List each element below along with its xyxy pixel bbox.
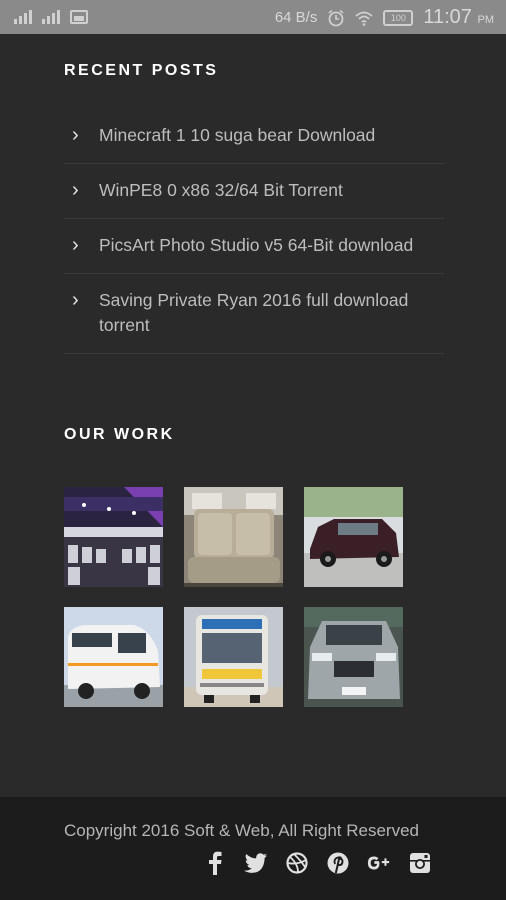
recent-posts-list: › Minecraft 1 10 suga bear Download › Wi… — [64, 109, 444, 354]
status-time: 11:07 PM — [423, 6, 494, 29]
google-plus-icon[interactable] — [367, 851, 391, 875]
pinterest-icon[interactable] — [326, 851, 350, 875]
recent-post-item[interactable]: › PicsArt Photo Studio v5 64-Bit downloa… — [64, 219, 444, 274]
network-speed: 64 B/s — [274, 9, 318, 26]
silver-car-front-photo[interactable] — [304, 607, 403, 707]
status-bar: 64 B/s 100 11:07 PM — [0, 0, 506, 34]
social-links — [203, 851, 432, 875]
recent-post-link[interactable]: Minecraft 1 10 suga bear Download — [99, 123, 444, 148]
signal-2-icon — [42, 8, 60, 24]
bus-interior-photo[interactable] — [64, 487, 163, 587]
chevron-right-icon: › — [72, 179, 79, 201]
recent-post-link[interactable]: Saving Private Ryan 2016 full download t… — [99, 288, 444, 338]
maroon-suv-photo[interactable] — [304, 487, 403, 587]
chevron-right-icon: › — [72, 234, 79, 256]
bus-front-photo[interactable] — [184, 607, 283, 707]
facebook-icon[interactable] — [203, 851, 227, 875]
time-value: 11:07 — [423, 6, 472, 28]
signal-1-icon — [14, 8, 32, 24]
recent-post-item[interactable]: › Saving Private Ryan 2016 full download… — [64, 274, 444, 354]
twitter-icon[interactable] — [244, 851, 268, 875]
recent-post-link[interactable]: PicsArt Photo Studio v5 64-Bit download — [99, 233, 444, 258]
chevron-right-icon: › — [72, 124, 79, 146]
image-notification-icon — [70, 10, 88, 24]
status-bar-left — [14, 8, 88, 24]
time-ampm: PM — [477, 14, 495, 26]
recent-posts-title: RECENT POSTS — [64, 62, 219, 79]
wifi-icon — [355, 11, 373, 26]
footer: Copyright 2016 Soft & Web, All Right Res… — [0, 797, 506, 900]
recent-post-item[interactable]: › WinPE8 0 x86 32/64 Bit Torrent — [64, 164, 444, 219]
recent-post-item[interactable]: › Minecraft 1 10 suga bear Download — [64, 109, 444, 164]
dribbble-icon[interactable] — [285, 851, 309, 875]
our-work-title: OUR WORK — [64, 426, 175, 443]
alarm-clock-icon — [328, 9, 344, 26]
white-van-photo[interactable] — [64, 607, 163, 707]
our-work-gallery — [64, 487, 403, 707]
recent-post-link[interactable]: WinPE8 0 x86 32/64 Bit Torrent — [99, 178, 444, 203]
car-seats-photo[interactable] — [184, 487, 283, 587]
battery-icon: 100 — [383, 9, 414, 26]
instagram-icon[interactable] — [408, 851, 432, 875]
copyright-text: Copyright 2016 Soft & Web, All Right Res… — [64, 821, 419, 840]
status-bar-right: 64 B/s 100 11:07 PM — [275, 6, 494, 29]
chevron-right-icon: › — [72, 289, 79, 311]
